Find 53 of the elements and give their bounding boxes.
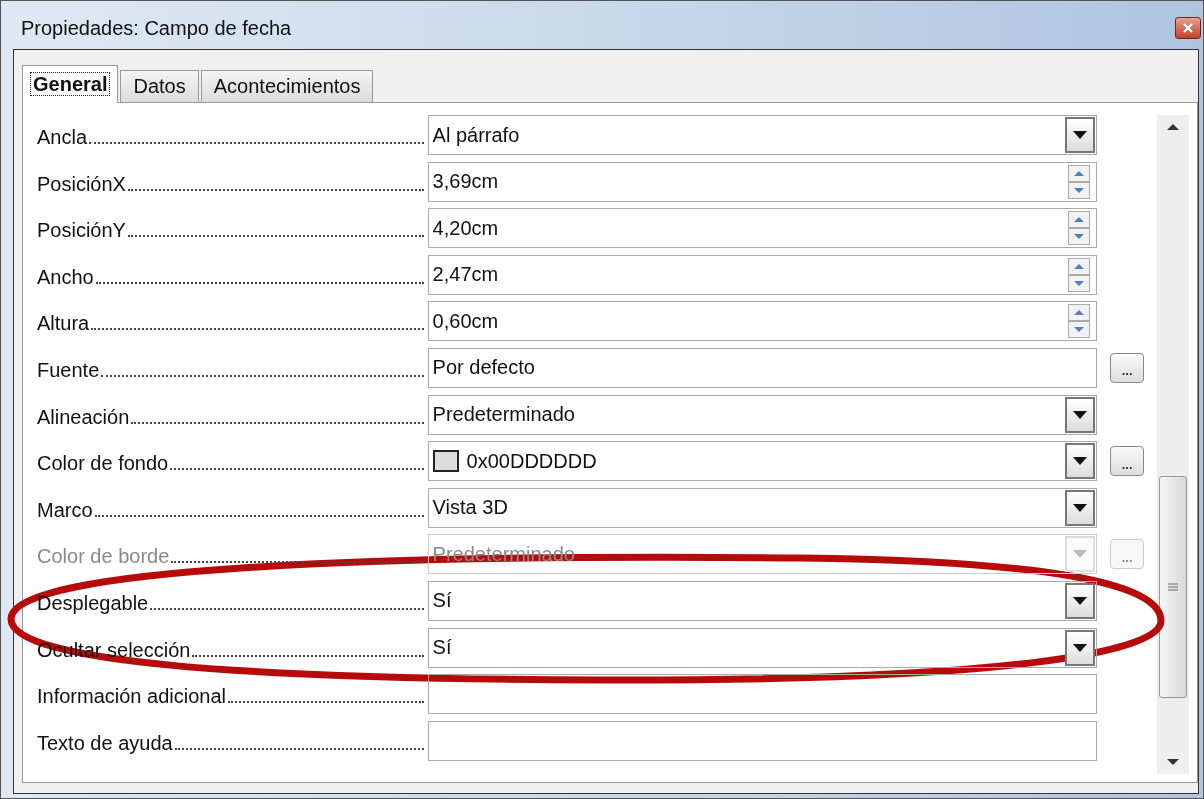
property-label: Color de fondo <box>37 452 169 476</box>
property-label: Ancla <box>37 126 88 149</box>
ellipsis-button[interactable]: ... <box>1110 352 1145 383</box>
property-label: Alineación <box>37 405 130 429</box>
window-title: Propiedades: Campo de fecha <box>21 16 292 40</box>
spin-field[interactable]: 0,60cm <box>427 301 1098 342</box>
text-field[interactable] <box>427 674 1098 715</box>
spin-arrows-icon[interactable] <box>1068 211 1091 246</box>
field-value: Vista 3D <box>432 496 509 520</box>
property-label: Información adicional <box>37 685 226 709</box>
close-icon <box>1182 22 1194 34</box>
property-label: Marco <box>37 498 93 522</box>
property-label: PosiciónX <box>37 172 126 196</box>
property-label: Color de borde <box>37 545 170 569</box>
scrollbar[interactable] <box>1157 115 1189 774</box>
spin-field[interactable]: 4,20cm <box>427 208 1098 249</box>
property-label: Desplegable <box>37 591 149 615</box>
tab[interactable]: Datos <box>120 70 199 102</box>
property-label: Ancho <box>37 265 94 289</box>
field-value: Al párrafo <box>432 123 521 147</box>
tab[interactable]: Acontecimientos <box>200 70 374 102</box>
property-label: Fuente <box>37 358 100 382</box>
spin-arrows-icon[interactable] <box>1068 164 1091 199</box>
dropdown-field[interactable]: Sí <box>427 580 1098 621</box>
spin-arrows-icon[interactable] <box>1068 257 1091 292</box>
spin-arrows-icon[interactable] <box>1068 304 1091 339</box>
field-value: 4,20cm <box>432 216 500 240</box>
dropdown-field[interactable]: 0x00DDDDDD <box>427 441 1098 482</box>
field-value: Sí <box>432 589 453 613</box>
dropdown-field[interactable]: Al párrafo <box>427 115 1098 155</box>
field-value: Sí <box>432 636 453 660</box>
dropdown-field[interactable]: Sí <box>427 627 1098 668</box>
text-field[interactable]: Por defecto <box>427 347 1098 388</box>
field-value: Predeterminado <box>432 403 576 427</box>
property-label: Altura <box>37 312 90 336</box>
field-value: 0,60cm <box>432 309 500 333</box>
property-label: Texto de ayuda <box>37 731 173 755</box>
scrollbar-thumb[interactable] <box>1159 476 1187 698</box>
field-value: 2,47cm <box>432 263 500 287</box>
ellipsis-button[interactable]: ... <box>1110 446 1145 477</box>
property-label: PosiciónY <box>37 219 126 243</box>
dropdown-field[interactable]: Vista 3D <box>427 487 1098 528</box>
tab[interactable]: General <box>22 65 119 103</box>
field-value: 0x00DDDDDD <box>466 449 598 473</box>
close-button[interactable] <box>1175 17 1201 39</box>
text-field[interactable] <box>427 720 1098 761</box>
field-value: 3,69cm <box>432 170 500 194</box>
dropdown-field[interactable]: Predeterminado <box>427 394 1098 435</box>
spin-field[interactable]: 3,69cm <box>427 161 1098 202</box>
scroll-down-icon[interactable] <box>1166 758 1180 766</box>
spin-field[interactable]: 2,47cm <box>427 254 1098 295</box>
field-value: Por defecto <box>432 356 536 380</box>
scroll-up-icon[interactable] <box>1166 123 1180 131</box>
